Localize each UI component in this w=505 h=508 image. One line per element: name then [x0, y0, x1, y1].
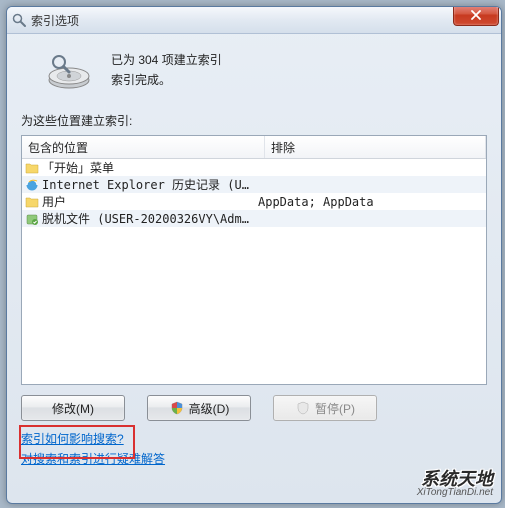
list-item[interactable]: 用户 AppData; AppData: [22, 193, 486, 210]
indexing-options-window: 索引选项 已为 304 项建立索引 索引完成。: [6, 6, 502, 504]
ie-icon: [24, 177, 40, 193]
content-area: 已为 304 项建立索引 索引完成。 为这些位置建立索引: 包含的位置 排除 「…: [7, 34, 501, 504]
location-cell: 脱机文件 (USER-20200326VY\Admin...: [42, 210, 252, 227]
pause-button-label: 暂停(P): [315, 400, 355, 417]
status-text: 已为 304 项建立索引 索引完成。: [111, 50, 222, 90]
list-item[interactable]: 脱机文件 (USER-20200326VY\Admin...: [22, 210, 486, 227]
list-item[interactable]: Internet Explorer 历史记录 (USE...: [22, 176, 486, 193]
location-cell: Internet Explorer 历史记录 (USE...: [42, 176, 252, 193]
folder-icon: [24, 194, 40, 210]
list-header: 包含的位置 排除: [22, 136, 486, 159]
column-header-location[interactable]: 包含的位置: [22, 136, 265, 158]
location-cell: 用户: [42, 193, 252, 210]
watermark: 系统天地 XiTongTianDi.net: [417, 470, 493, 498]
magnifier-icon: [11, 12, 27, 28]
help-link-how-indexing-affects-search[interactable]: 索引如何影响搜索?: [21, 429, 124, 449]
modify-button-label: 修改(M): [52, 400, 94, 417]
button-row: 修改(M) 高级(D): [21, 395, 487, 421]
status-row: 已为 304 项建立索引 索引完成。: [21, 46, 487, 94]
hard-disk-icon: [45, 46, 93, 94]
help-links: 索引如何影响搜索? 对搜索和索引进行疑难解答: [21, 429, 487, 469]
section-label: 为这些位置建立索引:: [21, 112, 487, 129]
pause-button: 暂停(P): [273, 395, 377, 421]
shield-icon: [295, 400, 311, 416]
status-line-1: 已为 304 项建立索引: [111, 50, 222, 70]
exclude-cell: AppData; AppData: [252, 195, 486, 209]
advanced-button-label: 高级(D): [189, 400, 230, 417]
status-line-2: 索引完成。: [111, 70, 222, 90]
close-button[interactable]: [453, 6, 499, 26]
advanced-button[interactable]: 高级(D): [147, 395, 251, 421]
watermark-url: XiTongTianDi.net: [417, 488, 493, 498]
locations-list: 包含的位置 排除 「开始」菜单 Internet Explorer 历史记录 (…: [21, 135, 487, 385]
modify-button[interactable]: 修改(M): [21, 395, 125, 421]
offline-files-icon: [24, 211, 40, 227]
shield-icon: [169, 400, 185, 416]
window-title: 索引选项: [31, 12, 79, 29]
list-body: 「开始」菜单 Internet Explorer 历史记录 (USE... 用户: [22, 159, 486, 227]
help-link-troubleshoot-search[interactable]: 对搜索和索引进行疑难解答: [21, 449, 165, 469]
list-item[interactable]: 「开始」菜单: [22, 159, 486, 176]
location-cell: 「开始」菜单: [42, 159, 252, 176]
watermark-title: 系统天地: [417, 470, 493, 488]
titlebar[interactable]: 索引选项: [7, 7, 501, 34]
column-header-exclude[interactable]: 排除: [265, 136, 486, 158]
folder-icon: [24, 160, 40, 176]
